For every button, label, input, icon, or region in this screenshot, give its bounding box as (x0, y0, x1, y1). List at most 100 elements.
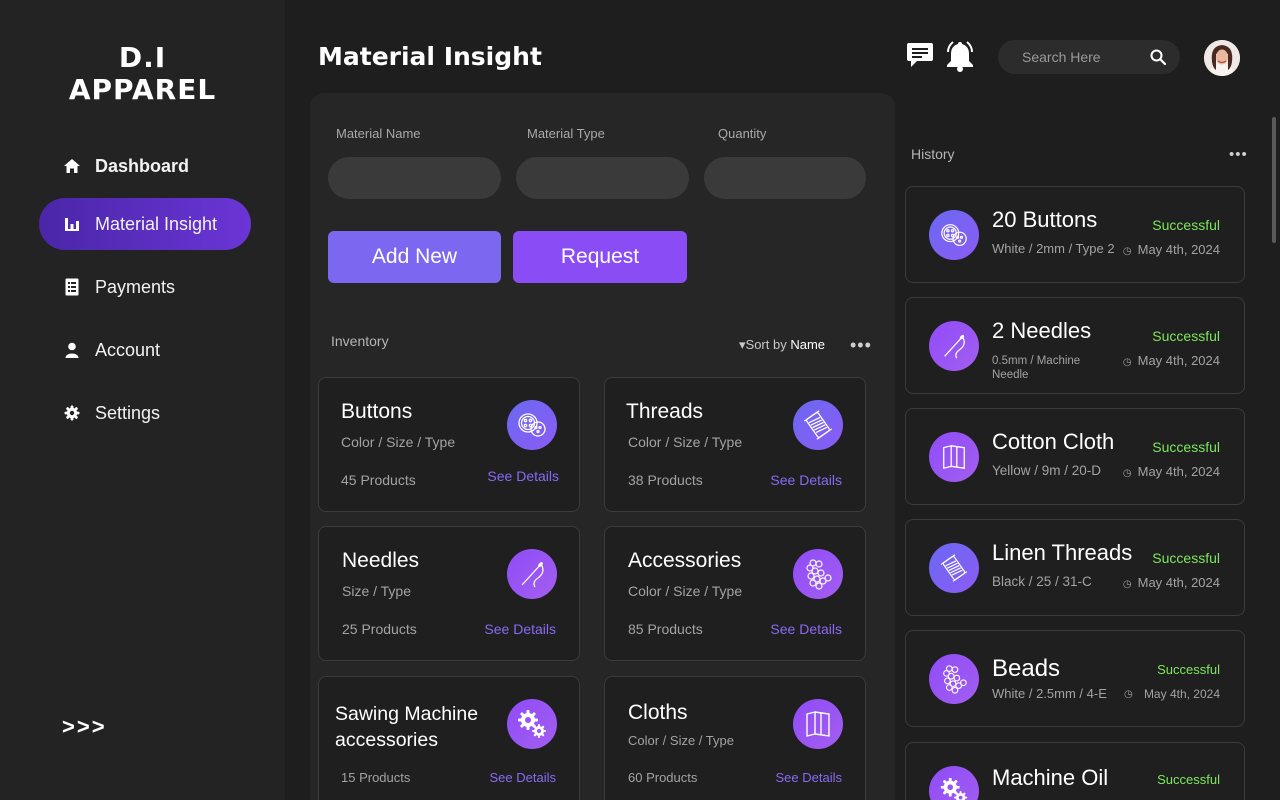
sidebar-item-label: Material Insight (95, 213, 218, 234)
history-item[interactable]: Cotton Cloth Yellow / 9m / 20-D Successf… (905, 408, 1245, 505)
chat-icon[interactable] (905, 40, 937, 72)
material-type-field[interactable] (516, 157, 689, 199)
card-title: Buttons (341, 400, 413, 423)
inventory-card-accessories[interactable]: Accessories Color / Size / Type 85 Produ… (604, 526, 866, 661)
fabric-icon (929, 432, 979, 482)
see-details-link[interactable]: See Details (770, 621, 842, 637)
search-input[interactable] (1022, 49, 1134, 65)
history-date: ◷ May 4th, 2024 (1123, 575, 1220, 590)
search-icon[interactable] (1150, 49, 1166, 65)
inventory-heading: Inventory (331, 333, 389, 349)
card-subtitle: Color / Size / Type (628, 583, 743, 599)
history-scrollbar[interactable] (1272, 117, 1276, 243)
material-type-label: Material Type (527, 126, 605, 141)
beads-icon (929, 654, 979, 704)
history-date-text: May 4th, 2024 (1143, 687, 1220, 701)
bell-icon[interactable] (945, 40, 977, 72)
clock-icon: ◷ (1122, 246, 1132, 257)
sidebar-item-payments[interactable]: Payments (39, 261, 251, 313)
search-bar (998, 40, 1180, 74)
card-count: 25 Products (342, 621, 417, 637)
inventory-card-threads[interactable]: Threads Color / Size / Type 38 Products … (604, 377, 866, 512)
card-subtitle: Color / Size / Type (628, 434, 743, 450)
history-date-text: May 4th, 2024 (1137, 575, 1220, 590)
card-subtitle: Color / Size / Type (341, 434, 456, 450)
bar-chart-icon (63, 215, 81, 233)
history-title: Cotton Cloth (992, 429, 1115, 454)
sidebar-item-material-insight[interactable]: Material Insight (39, 198, 251, 250)
history-more-button[interactable]: ••• (1229, 147, 1248, 162)
brand-logo[interactable]: D.I APPAREL (0, 42, 285, 106)
clock-icon: ◷ (1122, 579, 1132, 590)
inventory-more-button[interactable]: ••• (850, 336, 872, 354)
logo-line-1: D.I (118, 41, 167, 74)
inventory-card-cloths[interactable]: Cloths Color / Size / Type 60 Products S… (604, 676, 866, 800)
quantity-label: Quantity (718, 126, 767, 141)
history-date: ◷ May 4th, 2024 (1123, 242, 1220, 257)
history-title: Linen Threads (992, 540, 1133, 565)
see-details-link[interactable]: See Details (487, 468, 559, 484)
sidebar-item-account[interactable]: Account (39, 324, 251, 376)
history-date-text: May 4th, 2024 (1137, 353, 1220, 368)
needle-icon (929, 321, 979, 371)
sidebar-item-settings[interactable]: Settings (39, 387, 251, 439)
gears-icon (929, 766, 979, 800)
logo-line-2: APPAREL (68, 73, 217, 106)
card-count: 85 Products (628, 621, 703, 637)
page-title: Material Insight (318, 42, 542, 71)
beads-icon (793, 549, 843, 599)
card-title: Cloths (628, 701, 688, 724)
history-item[interactable]: 2 Needles 0.5mm / Machine Needle Success… (905, 297, 1245, 394)
history-title: 20 Buttons (992, 207, 1098, 232)
see-details-link[interactable]: See Details (490, 770, 556, 785)
history-item[interactable]: Machine Oil Successful (905, 742, 1245, 800)
sort-value: Name (790, 337, 826, 352)
history-item[interactable]: Linen Threads Black / 25 / 31-C Successf… (905, 519, 1245, 616)
clock-icon: ◷ (1123, 689, 1133, 700)
clock-icon: ◷ (1122, 357, 1132, 368)
status-badge: Successful (1152, 217, 1220, 233)
material-name-label: Material Name (336, 126, 421, 141)
card-subtitle: Size / Type (342, 583, 412, 599)
history-subtitle: 0.5mm / Machine Needle (992, 355, 1081, 381)
history-date: ◷ May 4th, 2024 (1123, 464, 1220, 479)
request-button[interactable]: Request (513, 231, 687, 283)
material-name-field[interactable] (328, 157, 501, 199)
add-new-button[interactable]: Add New (328, 231, 501, 283)
card-title: Threads (626, 400, 704, 423)
see-details-link[interactable]: See Details (776, 770, 842, 785)
card-title: Sawing Machine accessories (335, 703, 479, 751)
history-subtitle: Black / 25 / 31-C (992, 574, 1092, 589)
avatar[interactable] (1204, 40, 1240, 76)
clock-icon: ◷ (1122, 468, 1132, 479)
inventory-card-machine-accessories[interactable]: Sawing Machine accessories 15 Products S… (318, 676, 580, 800)
sidebar-item-label: Payments (95, 276, 176, 297)
sidebar-item-dashboard[interactable]: Dashboard (39, 140, 251, 192)
sidebar-item-label: Account (95, 339, 161, 360)
status-badge: Successful (1152, 328, 1220, 344)
see-details-link[interactable]: See Details (770, 472, 842, 488)
history-item[interactable]: Beads White / 2.5mm / 4-E Successful ◷ Ma… (905, 630, 1245, 727)
history-date-text: May 4th, 2024 (1137, 242, 1220, 257)
expand-sidebar-button[interactable]: >>> (62, 714, 107, 740)
history-heading: History (911, 146, 955, 162)
thread-spool-icon (793, 400, 843, 450)
history-subtitle: White / 2.5mm / 4-E (992, 687, 1107, 701)
gears-icon (507, 699, 557, 749)
status-badge: Successful (1152, 550, 1220, 566)
button-icon (929, 210, 979, 260)
history-date-text: May 4th, 2024 (1137, 464, 1220, 479)
sort-prefix: ▾Sort by (739, 337, 787, 352)
history-date: ◷ May 4th, 2024 (1124, 687, 1220, 701)
inventory-card-needles[interactable]: Needles Size / Type 25 Products See Deta… (318, 526, 580, 661)
card-count: 15 Products (341, 770, 411, 785)
history-item[interactable]: 20 Buttons White / 2mm / Type 2 Successf… (905, 186, 1245, 283)
history-date: ◷ May 4th, 2024 (1123, 353, 1220, 368)
quantity-field[interactable] (704, 157, 866, 199)
see-details-link[interactable]: See Details (484, 621, 556, 637)
history-subtitle: White / 2mm / Type 2 (992, 241, 1115, 256)
sidebar: D.I APPAREL Dashboard Material Insight P… (0, 0, 285, 800)
sort-dropdown[interactable]: ▾Sort by Name (739, 337, 825, 353)
history-title: Beads (992, 655, 1061, 682)
inventory-card-buttons[interactable]: Buttons Color / Size / Type 45 Products … (318, 377, 580, 512)
